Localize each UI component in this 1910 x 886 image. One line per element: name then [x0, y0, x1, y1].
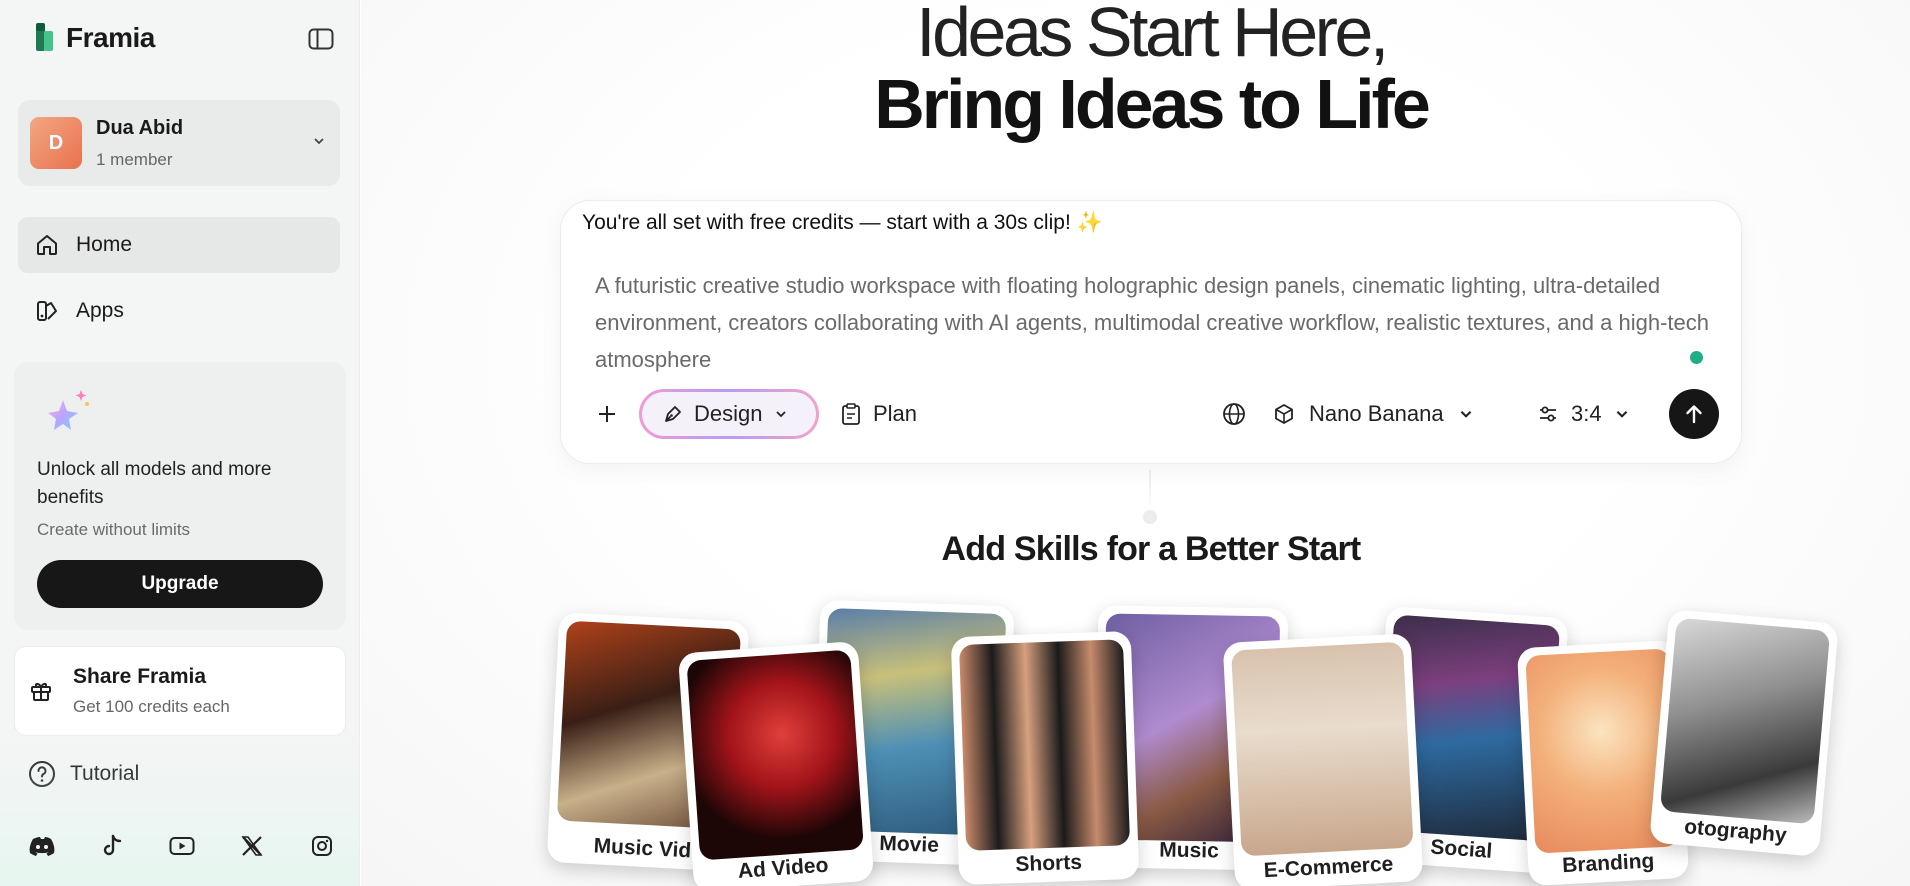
- mode-design-dropdown[interactable]: Design: [639, 389, 819, 439]
- plus-icon: [599, 406, 615, 422]
- share-title: Share Framia: [73, 665, 207, 688]
- tutorial-link[interactable]: Tutorial: [28, 760, 139, 788]
- nav-item-label: Apps: [76, 299, 124, 322]
- skill-card-ad-video[interactable]: Ad Video: [677, 641, 875, 886]
- skill-label: E-Commerce: [1263, 852, 1394, 883]
- account-name: Dua Abid: [96, 116, 184, 139]
- aspect-ratio-selector[interactable]: 3:4: [1537, 389, 1630, 439]
- mode-label: Design: [694, 401, 763, 426]
- tiktok-icon[interactable]: [98, 832, 126, 860]
- upgrade-promo-card: Unlock all models and more benefits Crea…: [14, 362, 346, 630]
- model-label: Nano Banana: [1309, 401, 1444, 426]
- avatar: D: [30, 117, 82, 169]
- framia-logo-icon: [36, 23, 58, 53]
- nav-item-apps[interactable]: Apps: [18, 283, 340, 339]
- brand-name: Framia: [66, 22, 155, 53]
- apps-icon: [34, 298, 60, 324]
- account-switcher[interactable]: D Dua Abid 1 member: [18, 100, 340, 186]
- model-selector[interactable]: Nano Banana: [1273, 389, 1474, 439]
- tutorial-label: Tutorial: [70, 762, 140, 785]
- connector-dot: [1143, 510, 1157, 524]
- skill-thumbnail: [686, 649, 864, 861]
- hero-title-line1: Ideas Start Here,: [916, 0, 1389, 71]
- web-search-toggle[interactable]: [1219, 389, 1249, 439]
- send-button[interactable]: [1669, 389, 1719, 439]
- chevron-down-icon: [314, 138, 324, 145]
- skill-label: Shorts: [1015, 850, 1083, 877]
- prompt-input[interactable]: A futuristic creative studio workspace w…: [595, 267, 1715, 378]
- sidebar-toggle-button[interactable]: [306, 26, 336, 52]
- help-circle-icon: [28, 760, 56, 788]
- sidebar: Framia D Dua Abid 1 member Home Apps Unl…: [0, 0, 360, 886]
- chevron-down-icon: [1616, 410, 1627, 418]
- share-framia-card[interactable]: Share Framia Get 100 credits each: [14, 646, 346, 736]
- youtube-icon[interactable]: [168, 832, 196, 860]
- gift-icon: [27, 677, 55, 705]
- prompt-composer: You're all set with free credits — start…: [560, 200, 1742, 464]
- plan-label: Plan: [873, 401, 918, 426]
- sliders-icon: [1540, 406, 1556, 422]
- credits-message: You're all set with free credits — start…: [582, 211, 1103, 234]
- nav-item-label: Home: [76, 233, 133, 256]
- nav-item-home[interactable]: Home: [18, 217, 340, 273]
- sidebar-toggle-icon: [308, 28, 334, 50]
- cube-icon: [1275, 404, 1293, 424]
- brand-logo[interactable]: Framia: [36, 22, 155, 54]
- add-attachment-button[interactable]: [593, 389, 621, 439]
- skill-card-shorts[interactable]: Shorts: [950, 630, 1140, 886]
- chevron-down-icon: [776, 411, 787, 418]
- promo-subtitle: Create without limits: [37, 520, 191, 539]
- discord-icon[interactable]: [28, 832, 56, 860]
- status-dot: [1690, 351, 1703, 364]
- x-icon[interactable]: [238, 832, 266, 860]
- ratio-label: 3:4: [1571, 401, 1602, 426]
- home-icon: [34, 232, 60, 258]
- upgrade-button[interactable]: Upgrade: [37, 560, 323, 608]
- instagram-icon[interactable]: [308, 832, 336, 860]
- account-members: 1 member: [96, 149, 173, 169]
- skill-card-photography[interactable]: otography: [1649, 609, 1839, 857]
- promo-title: Unlock all models and more benefits: [37, 459, 272, 508]
- clipboard-icon: [842, 403, 860, 425]
- share-subtitle: Get 100 credits each: [73, 697, 230, 716]
- main-content: Ideas Start Here, Bring Ideas to Life Yo…: [361, 0, 1910, 886]
- skill-card-e-commerce[interactable]: E-Commerce: [1222, 633, 1424, 886]
- arrow-up-icon: [1686, 405, 1702, 424]
- pen-tool-icon: [665, 406, 681, 422]
- skill-thumbnail: [959, 639, 1131, 851]
- skill-thumbnail: [1659, 617, 1831, 825]
- skills-title: Add Skills for a Better Start: [941, 530, 1362, 568]
- connector-line: [1149, 470, 1151, 512]
- sparkle-star-icon: [43, 386, 91, 434]
- chevron-down-icon: [1460, 410, 1471, 418]
- globe-icon: [1223, 403, 1245, 425]
- skill-thumbnail: [1231, 641, 1414, 857]
- hero-title-line2: Bring Ideas to Life: [874, 65, 1431, 143]
- plan-button[interactable]: Plan: [841, 389, 917, 439]
- social-links: [28, 832, 336, 860]
